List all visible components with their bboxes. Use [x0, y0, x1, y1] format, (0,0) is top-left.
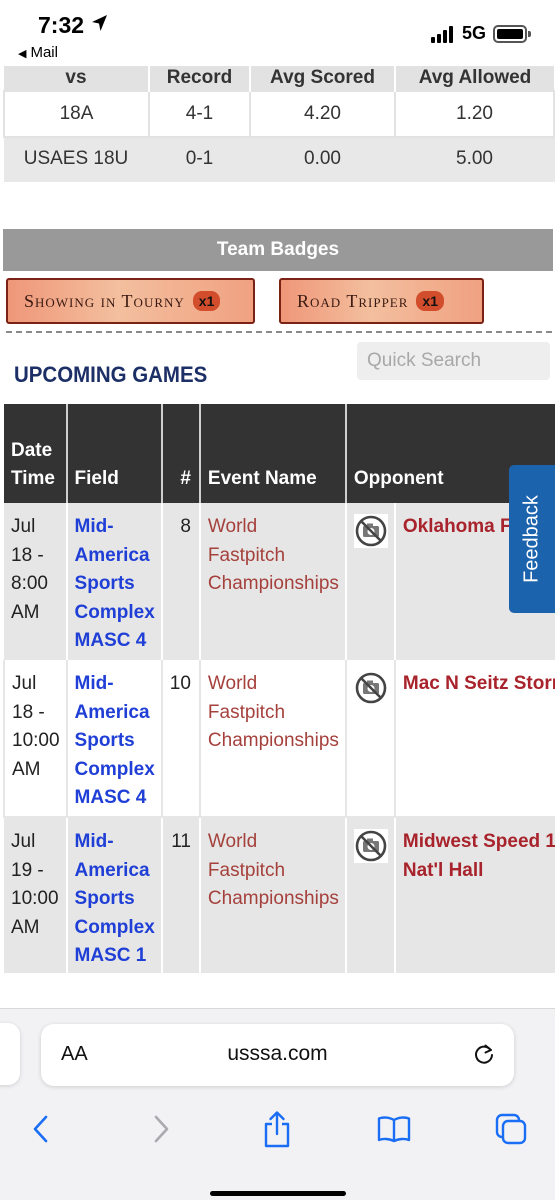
stats-cell-record: 0-1 [148, 136, 251, 182]
stats-header-vs: vs [4, 66, 149, 91]
tabs-icon [495, 1113, 527, 1145]
url-text: usssa.com [227, 1042, 328, 1065]
stats-cell-avg-allowed: 1.20 [394, 90, 555, 138]
no-image-icon [353, 514, 388, 548]
upcoming-games-table: Date Time Field # Event Name Opponent Jul… [3, 404, 555, 973]
forward-icon [154, 1115, 169, 1143]
badge-count: x1 [192, 291, 221, 311]
game-event-link[interactable]: World Fastpitch Championships [198, 503, 346, 660]
badge-showing-in-tourny[interactable]: Showing in Tourny x1 [6, 278, 255, 324]
stats-cell-vs: USAES 18U [4, 136, 150, 182]
share-icon [264, 1111, 290, 1148]
stats-cell-avg-scored: 0.00 [249, 136, 396, 182]
dashed-divider [6, 331, 552, 333]
games-header-row: Date Time Field # Event Name Opponent [4, 404, 555, 503]
quick-search-input[interactable]: Quick Search [357, 342, 550, 380]
header-field[interactable]: Field [65, 404, 162, 503]
opponent-logo-cell [344, 660, 395, 818]
header-event-name[interactable]: Event Name [198, 404, 346, 503]
game-date: Jul 18 - 8:00 AM [4, 503, 67, 660]
share-button[interactable] [257, 1109, 297, 1149]
game-field-link[interactable]: Mid-America Sports Complex MASC 4 [65, 660, 162, 818]
game-opponent-link[interactable]: Midwest Speed 18u Nat'l Hall [393, 817, 555, 973]
back-to-mail-link[interactable]: ◀ Mail [18, 44, 58, 61]
battery-icon [493, 25, 531, 43]
status-bar: 7:32 ◀ Mail 5G [0, 0, 555, 66]
bookmarks-button[interactable] [374, 1109, 414, 1149]
upcoming-games-title: UPCOMING GAMES [14, 362, 208, 387]
header-date-time[interactable]: Date Time [4, 404, 67, 503]
opponent-logo-cell [344, 817, 395, 973]
no-image-icon [353, 829, 388, 863]
opponent-stats-table: vs Record Avg Scored Avg Allowed 18A 4-1… [3, 66, 555, 182]
status-time: 7:32 [38, 12, 85, 38]
no-image-icon [353, 671, 388, 705]
game-field-link[interactable]: Mid-America Sports Complex MASC 1 [65, 817, 162, 973]
badge-count: x1 [416, 291, 444, 311]
stats-cell-avg-scored: 4.20 [249, 90, 396, 138]
reload-icon[interactable] [472, 1042, 496, 1066]
forward-button[interactable] [141, 1109, 181, 1149]
stats-cell-vs: 18A [3, 90, 150, 138]
stats-cell-record: 4-1 [148, 90, 251, 138]
opponent-logo-cell [344, 503, 395, 660]
game-field-link[interactable]: Mid-America Sports Complex MASC 4 [65, 503, 162, 660]
header-game-number[interactable]: # [160, 404, 200, 503]
badge-label: Road Tripper [297, 290, 409, 311]
back-app-label: Mail [30, 44, 58, 61]
game-row: Jul 19 - 10:00 AM Mid-America Sports Com… [4, 817, 555, 973]
address-bar[interactable]: AA usssa.com [41, 1024, 514, 1086]
stats-header-record: Record [148, 66, 250, 91]
location-arrow-icon [92, 15, 107, 31]
game-number: 11 [160, 817, 200, 973]
game-row: Jul 18 - 10:00 AM Mid-America Sports Com… [3, 660, 555, 818]
stats-row: USAES 18U 0-1 0.00 5.00 [4, 136, 555, 182]
game-number: 8 [160, 503, 200, 660]
feedback-label: Feedback [520, 495, 543, 583]
network-type: 5G [462, 23, 487, 43]
upcoming-games-scroll[interactable]: Date Time Field # Event Name Opponent Jul… [0, 404, 555, 976]
signal-icon [431, 26, 457, 43]
game-row: Jul 18 - 8:00 AM Mid-America Sports Comp… [4, 503, 555, 660]
game-number: 10 [160, 660, 200, 818]
stats-cell-avg-allowed: 5.00 [394, 136, 555, 182]
stats-row: 18A 4-1 4.20 1.20 [3, 90, 555, 138]
back-triangle-icon: ◀ [18, 48, 27, 60]
home-indicator [210, 1191, 346, 1196]
safari-toolbar: AA usssa.com [0, 1008, 555, 1200]
game-date: Jul 18 - 10:00 AM [3, 660, 67, 818]
back-icon [33, 1115, 48, 1143]
back-button[interactable] [21, 1109, 61, 1149]
game-opponent-link[interactable]: Mac N Seitz Storm [393, 660, 555, 818]
stats-header-row: vs Record Avg Scored Avg Allowed [4, 66, 554, 91]
previous-tab-peek[interactable] [0, 1023, 20, 1085]
badge-road-tripper[interactable]: Road Tripper x1 [279, 278, 484, 324]
feedback-tab[interactable]: Feedback [509, 465, 555, 613]
game-event-link[interactable]: World Fastpitch Championships [198, 660, 346, 818]
stats-header-avg-allowed: Avg Allowed [394, 66, 554, 91]
game-event-link[interactable]: World Fastpitch Championships [198, 817, 346, 973]
stats-header-avg-scored: Avg Scored [249, 66, 395, 91]
game-date: Jul 19 - 10:00 AM [4, 817, 67, 973]
bookmarks-icon [377, 1116, 411, 1143]
team-badges-header: Team Badges [3, 229, 553, 271]
header-date-label: Date [11, 440, 53, 461]
badge-label: Showing in Tourny [24, 290, 185, 311]
header-time-label: Time [11, 468, 56, 489]
tabs-button[interactable] [491, 1109, 531, 1149]
